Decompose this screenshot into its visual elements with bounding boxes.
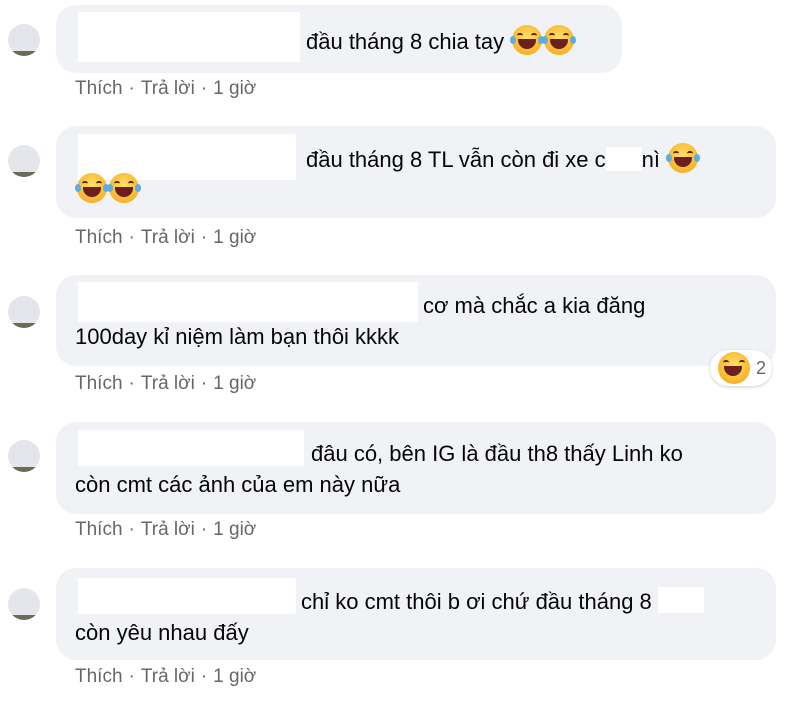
laughing-tears-emoji-icon: [75, 173, 109, 203]
separator: ·: [128, 519, 135, 540]
separator: ·: [200, 373, 208, 394]
reply-link[interactable]: Trả lời: [141, 666, 195, 688]
comment-actions: Thích · Trả lời · 1 giờ: [75, 519, 256, 541]
comment-text-line2: còn cmt các ảnh của em này nữa: [75, 472, 401, 497]
comment-text: đâu có, bên IG là đầu th8 thấy Linh ko: [311, 441, 683, 466]
comment-text: chỉ ko cmt thôi b ơi chứ đầu tháng 8: [301, 585, 704, 618]
laughing-tears-emoji-icon: [107, 173, 141, 203]
reply-link[interactable]: Trả lời: [141, 373, 195, 395]
comment-actions: Thích · Trả lời · 1 giờ: [75, 666, 256, 688]
reply-link[interactable]: Trả lời: [141, 227, 195, 249]
comment-text: đầu tháng 8 TL vẫn còn đi xe c nì: [306, 143, 701, 176]
redacted-name: [78, 282, 418, 322]
separator: ·: [128, 666, 135, 687]
like-link[interactable]: Thích: [75, 519, 123, 541]
redacted-word: [605, 147, 642, 171]
redacted-name: [78, 430, 304, 466]
like-link[interactable]: Thích: [75, 666, 123, 688]
comment-text: cơ mà chắc a kia đăng: [423, 293, 646, 318]
laughing-tears-emoji-icon: [510, 25, 545, 55]
separator: ·: [200, 78, 208, 99]
comment-text-line2: 100day kỉ niệm làm bạn thôi kkkk: [75, 324, 400, 349]
reply-link[interactable]: Trả lời: [141, 519, 195, 541]
timestamp-link[interactable]: 1 giờ: [213, 519, 256, 541]
redacted-name: [78, 12, 300, 62]
like-link[interactable]: Thích: [75, 373, 123, 395]
timestamp-link[interactable]: 1 giờ: [213, 666, 256, 688]
laughing-squint-emoji-icon: [718, 352, 750, 384]
laughing-tears-emoji-icon: [542, 25, 577, 55]
comment-text: đầu tháng 8 chia tay: [306, 25, 577, 58]
avatar[interactable]: [8, 440, 40, 472]
separator: ·: [200, 519, 208, 540]
timestamp-link[interactable]: 1 giờ: [213, 78, 256, 100]
separator: ·: [128, 373, 135, 394]
comment-actions: Thích · Trả lời · 1 giờ: [75, 227, 256, 249]
avatar[interactable]: [8, 145, 40, 177]
avatar[interactable]: [8, 296, 40, 328]
comment-actions: Thích · Trả lời · 1 giờ: [75, 373, 256, 395]
redacted-name: [78, 578, 296, 614]
timestamp-link[interactable]: 1 giờ: [213, 373, 256, 395]
separator: ·: [128, 227, 135, 248]
reaction-summary[interactable]: 2: [710, 350, 773, 386]
timestamp-link[interactable]: 1 giờ: [213, 227, 256, 249]
separator: ·: [200, 227, 208, 248]
laughing-tears-emoji-icon: [666, 143, 701, 173]
separator: ·: [200, 666, 208, 687]
comment-actions: Thích · Trả lời · 1 giờ: [75, 78, 256, 100]
reaction-count: 2: [756, 357, 767, 378]
avatar[interactable]: [8, 588, 40, 620]
avatar[interactable]: [8, 24, 40, 56]
comment-text-line2: còn yêu nhau đấy: [75, 620, 249, 645]
like-link[interactable]: Thích: [75, 227, 123, 249]
comment-text-line2: [75, 173, 141, 206]
separator: ·: [128, 78, 135, 99]
like-link[interactable]: Thích: [75, 78, 123, 100]
redacted-word: [657, 587, 704, 613]
reply-link[interactable]: Trả lời: [141, 78, 195, 100]
